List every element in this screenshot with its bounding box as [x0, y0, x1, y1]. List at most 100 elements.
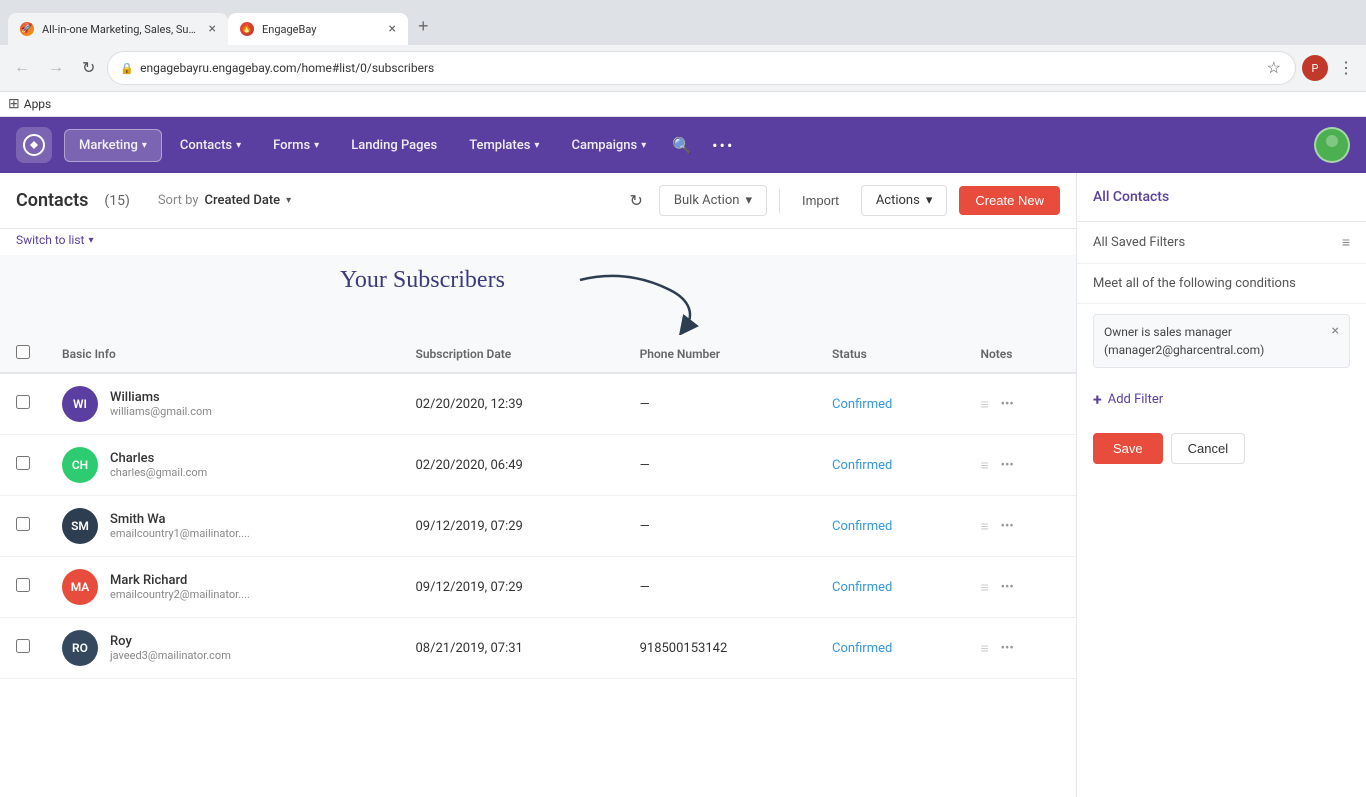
- row-more-button-4[interactable]: •••: [997, 639, 1018, 658]
- row-phone-3: —: [624, 557, 816, 618]
- avatar-1: CH: [62, 447, 98, 483]
- contact-email-3: emailcountry2@mailinator....: [110, 588, 250, 601]
- tab2-close[interactable]: ×: [389, 21, 396, 37]
- row-checkbox-cell-4: [0, 618, 46, 679]
- sidebar-actions: Save Cancel: [1077, 421, 1366, 476]
- back-button[interactable]: ←: [8, 55, 36, 81]
- contact-name-2[interactable]: Smith Wa: [110, 512, 250, 527]
- table-row: SM Smith Wa emailcountry1@mailinator....…: [0, 496, 1076, 557]
- filter-tag: Owner is sales manager(manager2@gharcent…: [1093, 314, 1350, 368]
- address-bar[interactable]: 🔒 engagebayru.engagebay.com/home#list/0/…: [107, 51, 1296, 85]
- reload-button[interactable]: ↻: [76, 54, 101, 82]
- logo-icon: [23, 134, 45, 156]
- apps-grid-icon[interactable]: ⊞: [8, 96, 20, 112]
- contact-name-3[interactable]: Mark Richard: [110, 573, 250, 588]
- avatar-image: [1318, 131, 1346, 159]
- browser-toolbar: ← → ↻ 🔒 engagebayru.engagebay.com/home#l…: [0, 45, 1366, 92]
- row-checkbox-cell-0: [0, 373, 46, 435]
- bulk-action-button[interactable]: Bulk Action ▾: [659, 185, 767, 216]
- header-phone-number: Phone Number: [624, 335, 816, 373]
- filter-close-icon[interactable]: ×: [1332, 323, 1339, 339]
- campaigns-chevron: ▾: [641, 140, 646, 151]
- apps-bar: ⊞ Apps: [0, 92, 1366, 117]
- row-more-button-1[interactable]: •••: [997, 456, 1018, 475]
- avatar-2: SM: [62, 508, 98, 544]
- row-subscription-date-0: 02/20/2020, 12:39: [400, 373, 624, 435]
- import-label: Import: [802, 193, 839, 208]
- header-subscription-date: Subscription Date: [400, 335, 624, 373]
- row-status-4: Confirmed: [816, 618, 964, 679]
- actions-button[interactable]: Actions ▾: [861, 185, 948, 216]
- tab2-title: EngageBay: [262, 23, 381, 36]
- avatar-4: RO: [62, 630, 98, 666]
- save-button[interactable]: Save: [1093, 433, 1163, 464]
- row-basic-info-3: MA Mark Richard emailcountry2@mailinator…: [46, 557, 400, 618]
- sidebar-header: All Contacts: [1077, 173, 1366, 222]
- row-basic-info-0: WI Williams williams@gmail.com: [46, 373, 400, 435]
- toolbar-divider: [779, 189, 780, 213]
- create-new-button[interactable]: Create New: [959, 186, 1060, 215]
- row-more-button-2[interactable]: •••: [997, 517, 1018, 536]
- row-checkbox-2[interactable]: [16, 517, 30, 531]
- filter-icon[interactable]: ≡: [1342, 234, 1350, 251]
- all-contacts-link[interactable]: All Contacts: [1093, 189, 1169, 205]
- row-more-button-3[interactable]: •••: [997, 578, 1018, 597]
- browser-tab-2[interactable]: 🔥 EngageBay ×: [228, 13, 408, 45]
- switch-to-list[interactable]: Switch to list ▾: [0, 229, 1076, 255]
- row-checkbox-4[interactable]: [16, 639, 30, 653]
- more-icon[interactable]: •••: [704, 128, 742, 163]
- browser-chrome: 🚀 All-in-one Marketing, Sales, Supp × 🔥 …: [0, 0, 1366, 117]
- refresh-button[interactable]: ↻: [625, 187, 646, 215]
- avatar-0: WI: [62, 386, 98, 422]
- contact-email-0: williams@gmail.com: [110, 405, 212, 418]
- new-tab-button[interactable]: +: [408, 8, 439, 45]
- nav-item-campaigns[interactable]: Campaigns ▾: [557, 130, 660, 161]
- saved-filters-label: All Saved Filters: [1093, 235, 1185, 250]
- search-icon[interactable]: 🔍: [664, 128, 700, 163]
- nav-item-contacts[interactable]: Contacts ▾: [166, 130, 255, 161]
- header-notes: Notes: [964, 335, 1076, 373]
- saved-filters-row: All Saved Filters ≡: [1077, 222, 1366, 264]
- browser-tab-1[interactable]: 🚀 All-in-one Marketing, Sales, Supp ×: [8, 13, 228, 45]
- app-logo[interactable]: [16, 127, 52, 163]
- contact-name-4[interactable]: Roy: [110, 634, 231, 649]
- contact-email-4: javeed3@mailinator.com: [110, 649, 231, 662]
- switch-list-chevron: ▾: [88, 235, 93, 246]
- bookmark-button[interactable]: ☆: [1265, 56, 1283, 80]
- tab1-close[interactable]: ×: [209, 21, 216, 37]
- nav-item-landing-pages[interactable]: Landing Pages: [337, 130, 451, 161]
- apps-label: Apps: [24, 97, 52, 111]
- contact-name-0[interactable]: Williams: [110, 390, 212, 405]
- import-button[interactable]: Import: [792, 186, 849, 215]
- row-basic-info-2: SM Smith Wa emailcountry1@mailinator....: [46, 496, 400, 557]
- row-checkbox-3[interactable]: [16, 578, 30, 592]
- menu-button[interactable]: ⋮: [1334, 54, 1358, 82]
- forward-button[interactable]: →: [42, 55, 70, 81]
- row-phone-1: —: [624, 435, 816, 496]
- toolbar: Contacts (15) Sort by Created Date ▾ ↻ B…: [0, 173, 1076, 229]
- templates-label: Templates: [469, 138, 530, 153]
- table-row: MA Mark Richard emailcountry2@mailinator…: [0, 557, 1076, 618]
- cancel-button[interactable]: Cancel: [1171, 433, 1245, 464]
- user-avatar[interactable]: [1314, 127, 1350, 163]
- table-row: WI Williams williams@gmail.com 02/20/202…: [0, 373, 1076, 435]
- row-checkbox-1[interactable]: [16, 456, 30, 470]
- contact-email-1: charles@gmail.com: [110, 466, 207, 479]
- profile-icon[interactable]: P: [1302, 55, 1328, 81]
- add-filter-button[interactable]: + Add Filter: [1077, 378, 1366, 421]
- nav-item-forms[interactable]: Forms ▾: [259, 130, 333, 161]
- row-more-button-0[interactable]: •••: [997, 395, 1018, 414]
- row-subscription-date-2: 09/12/2019, 07:29: [400, 496, 624, 557]
- marketing-chevron: ▾: [142, 140, 147, 151]
- lock-icon: 🔒: [120, 62, 134, 75]
- row-phone-2: —: [624, 496, 816, 557]
- select-all-checkbox[interactable]: [16, 345, 30, 359]
- contact-name-1[interactable]: Charles: [110, 451, 207, 466]
- row-checkbox-0[interactable]: [16, 395, 30, 409]
- sort-by-dropdown[interactable]: Sort by Created Date ▾: [158, 193, 291, 208]
- notes-icon-4: ≡: [980, 640, 988, 657]
- nav-item-templates[interactable]: Templates ▾: [455, 130, 553, 161]
- add-filter-label: Add Filter: [1108, 392, 1163, 407]
- nav-item-marketing[interactable]: Marketing ▾: [64, 129, 162, 162]
- browser-tabs: 🚀 All-in-one Marketing, Sales, Supp × 🔥 …: [0, 0, 1366, 45]
